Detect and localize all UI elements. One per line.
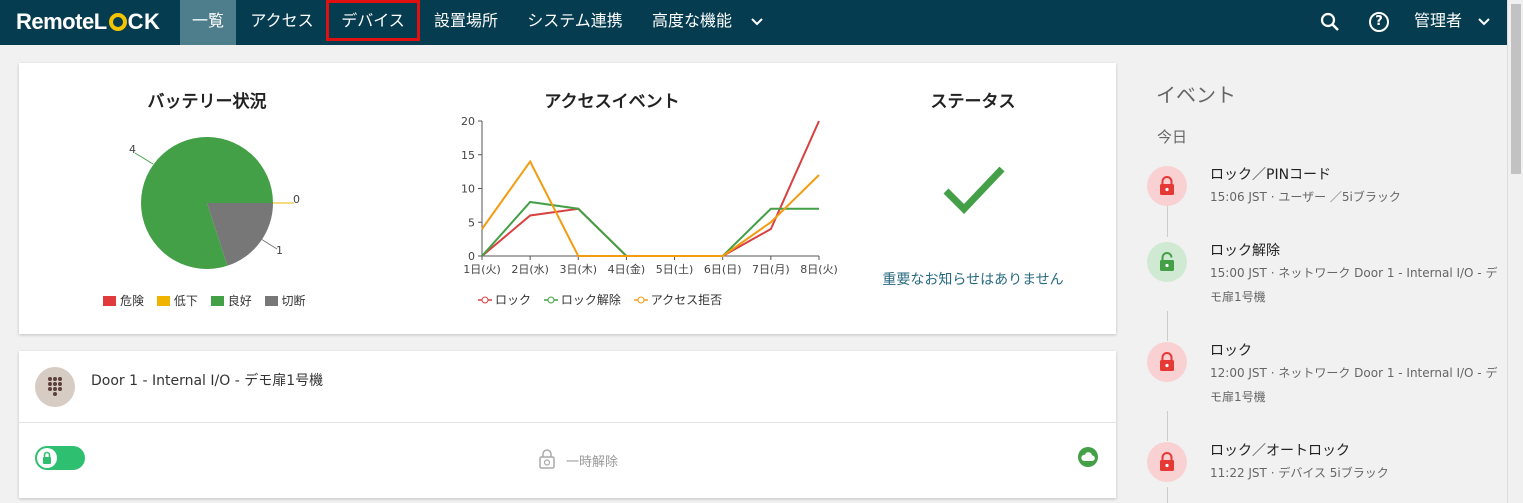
y-tick-label: 5 [468,216,475,229]
leader-line [260,238,278,250]
x-tick-label: 1日(火) [463,263,501,276]
logo-text: Remote [16,9,94,34]
x-tick-label: 3日(木) [559,263,597,276]
battery-legend: 危険 低下 良好 切断 [103,292,315,309]
x-tick-label: 4日(金) [608,262,646,276]
advanced-chevron-down-icon[interactable] [746,0,768,45]
series-line-1 [481,200,819,257]
keypad-icon [35,367,75,407]
cloud-connected-icon [1078,447,1098,467]
status-message: 重要なお知らせはありません [882,272,1064,288]
temporary-unlock-label[interactable]: 一時解除 [566,451,618,470]
legend-item-unlock: ロック解除 [543,293,621,307]
user-menu-label[interactable]: 管理者 [1414,0,1470,45]
access-events-legend: ロック ロック解除 アクセス拒否 [478,291,731,308]
logo-text-ck: CK [127,9,161,34]
pie-label-good: 4 [129,143,136,156]
logo-lock-ring [108,13,127,31]
page-scrollbar[interactable] [1507,0,1523,503]
event-title[interactable]: ロック／オートロック [1210,440,1350,460]
timeline-connector [1167,487,1168,503]
y-tick-label: 20 [461,115,475,128]
y-tick-label: 10 [461,183,475,196]
lock-toggle-switch[interactable] [35,446,85,470]
pie-label-low: 0 [293,193,300,206]
legend-item-disconnected: 切断 [264,294,306,308]
event-meta: 12:00 JST · ネットワーク Door 1 - Internal I/O… [1210,366,1498,404]
legend-item-critical: 危険 [103,294,144,308]
legend-item-lock: ロック [478,293,531,307]
event-meta: 15:06 JST · ユーザー ／5iブラック [1210,190,1401,204]
event-title[interactable]: ロック／PINコード [1210,164,1331,184]
lock-icon [1147,442,1187,482]
leader-line [134,152,154,165]
nav-item-overview[interactable]: 一覧 [180,0,236,45]
event-meta: 15:00 JST · ネットワーク Door 1 - Internal I/O… [1210,266,1498,304]
x-tick-label: 6日(日) [704,263,742,276]
status-title: ステータス [930,92,1016,112]
events-day-label: 今日 [1157,128,1188,146]
x-tick-label: 2日(水) [511,263,549,276]
help-icon[interactable]: ? [1369,0,1393,45]
legend-item-low: 低下 [156,294,198,308]
pie-label-disconnected: 1 [276,244,283,257]
device-card-divider [19,422,1116,423]
status-check-icon [943,166,1005,215]
logo-text-l: L [93,9,108,34]
user-menu-chevron-down-icon[interactable] [1478,0,1494,45]
nav-item-integrations[interactable]: システム連携 [514,0,636,45]
unlock-icon [1147,242,1187,282]
y-tick-label: 0 [468,250,475,263]
nav-item-advanced[interactable]: 高度な機能 [642,0,742,45]
lock-icon [1147,342,1187,382]
lock-icon [1147,166,1187,206]
scrollbar-thumb[interactable] [1511,4,1521,174]
nav-item-access[interactable]: アクセス [238,0,326,45]
timeline-connector [1167,205,1168,237]
event-title[interactable]: ロック [1210,340,1252,360]
legend-item-good: 良好 [210,294,252,308]
legend-item-access-denied: アクセス拒否 [633,293,722,307]
y-tick-label: 15 [461,149,475,162]
search-icon[interactable] [1320,0,1344,45]
nav-item-devices[interactable]: デバイス [326,0,420,41]
series-line-2 [481,159,820,257]
x-tick-label: 5日(土) [656,263,694,276]
series-line-0 [481,120,820,257]
access-events-line-chart: 0 5 10 15 20 1日(火) 2日(水) 3日(木) 4日(金) 5日(土) 6日(日) 7日… [461,115,838,276]
events-title: イベント [1156,83,1236,107]
temporary-unlock-icon[interactable] [538,448,556,474]
event-title[interactable]: ロック解除 [1210,240,1280,260]
toggle-knob [37,448,57,468]
event-meta: 11:22 JST · デバイス 5iブラック [1210,466,1389,480]
dashboard-summary-card: バッテリー状況 401 危険 低下 良好 切断 アクセスイベント 0 5 10 15 2… [19,63,1116,334]
x-tick-label: 8日(火) [800,263,838,276]
timeline-connector [1167,411,1168,441]
x-tick-label: 7日(月) [752,263,790,276]
nav-item-locations[interactable]: 設置場所 [422,0,510,45]
top-nav-bar: RemoteL CK 一覧 アクセス デバイス 設置場所 システム連携 高度な機能… [0,0,1507,45]
device-name[interactable]: Door 1 - Internal I/O - デモ扉1号機 [91,370,323,390]
remotelock-logo[interactable]: RemoteL CK [16,9,160,35]
device-card[interactable]: Door 1 - Internal I/O - デモ扉1号機 [19,351,1116,498]
timeline-connector [1167,311,1168,341]
